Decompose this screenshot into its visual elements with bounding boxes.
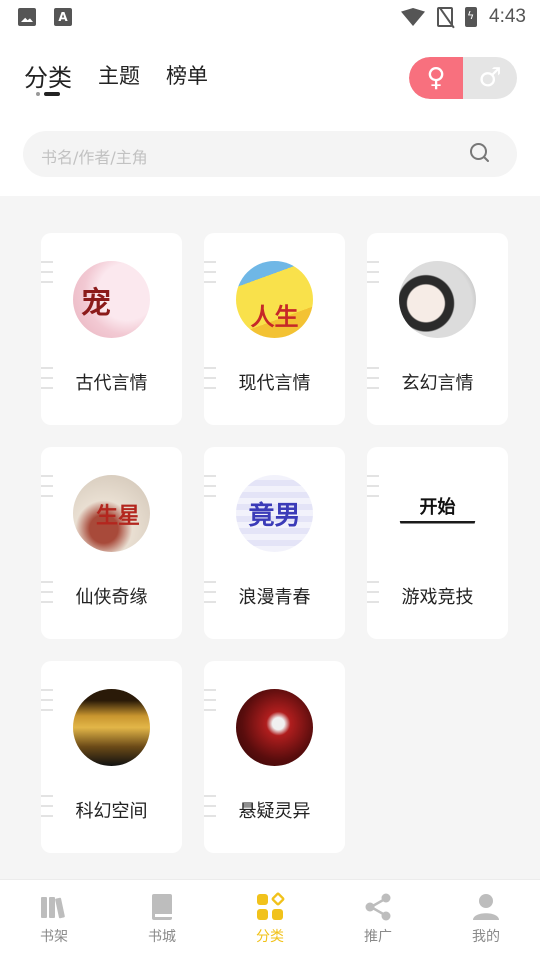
tab-label: 榜单: [166, 64, 208, 88]
cover-xianxia: 生星: [73, 475, 150, 552]
no-sim-icon: [437, 7, 454, 27]
nav-label: 书架: [40, 929, 68, 945]
nav-bookshelf[interactable]: 书架: [0, 880, 108, 960]
category-label: 仙侠奇缘: [75, 587, 148, 608]
cover-youth: 竟男: [236, 475, 313, 552]
category-label: 玄幻言情: [401, 373, 474, 394]
cover-ancient-romance: 宠: [73, 261, 150, 338]
gender-toggle[interactable]: ♀ ♂: [409, 57, 517, 99]
tab-ranking[interactable]: 榜单: [166, 60, 208, 93]
category-card-modern-romance[interactable]: 人生 现代言情: [204, 233, 345, 425]
nav-label: 我的: [472, 929, 500, 945]
nav-label: 推广: [364, 929, 392, 945]
nav-category[interactable]: 分类: [216, 880, 324, 960]
header: 分类 主题 榜单 ♀ ♂ 书名/作者/主角: [0, 36, 540, 196]
category-label: 悬疑灵异: [238, 801, 311, 822]
tab-label: 主题: [98, 64, 140, 88]
share-icon: [365, 893, 391, 921]
nav-profile[interactable]: 我的: [432, 880, 540, 960]
female-button[interactable]: ♀: [409, 57, 463, 99]
search-icon[interactable]: [469, 142, 491, 164]
app-notification-icon: A: [54, 8, 72, 26]
nav-bookstore[interactable]: 书城: [108, 880, 216, 960]
status-bar: A 4:43: [0, 0, 540, 36]
wifi-icon: [401, 8, 426, 26]
status-time: 4:43: [489, 6, 526, 27]
tab-label: 分类: [24, 64, 72, 92]
female-icon: ♀: [426, 63, 446, 93]
nav-label: 分类: [256, 929, 284, 945]
category-card-youth[interactable]: 竟男 浪漫青春: [204, 447, 345, 639]
search-bar[interactable]: 书名/作者/主角: [23, 131, 517, 177]
category-card-gaming[interactable]: 开始 游戏竞技: [367, 447, 508, 639]
category-grid: 宠 古代言情 人生 现代言情 玄幻言情 生星 仙侠奇缘 竟男 浪漫青春 开始 游…: [0, 196, 540, 879]
category-label: 浪漫青春: [238, 587, 311, 608]
category-card-fantasy-romance[interactable]: 玄幻言情: [367, 233, 508, 425]
category-card-ancient-romance[interactable]: 宠 古代言情: [41, 233, 182, 425]
bottom-nav: 书架 书城 分类 推广 我的: [0, 879, 540, 960]
category-label: 游戏竞技: [401, 587, 474, 608]
category-label: 现代言情: [238, 373, 311, 394]
nav-label: 书城: [148, 929, 176, 945]
tab-active-indicator: [36, 92, 60, 96]
male-icon: ♂: [478, 63, 502, 93]
cover-fantasy-romance: [399, 261, 476, 338]
cover-mystery: [236, 689, 313, 766]
category-card-mystery[interactable]: 悬疑灵异: [204, 661, 345, 853]
cover-modern-romance: 人生: [236, 261, 313, 338]
tab-theme[interactable]: 主题: [98, 60, 140, 93]
category-grid-icon: [257, 892, 285, 920]
category-label: 科幻空间: [75, 801, 148, 822]
category-card-xianxia[interactable]: 生星 仙侠奇缘: [41, 447, 182, 639]
top-tabs: 分类 主题 榜单: [24, 58, 208, 96]
profile-icon: [473, 894, 499, 920]
male-button[interactable]: ♂: [463, 57, 517, 99]
bookshelf-icon: [41, 897, 65, 919]
gallery-notification-icon: [18, 8, 36, 26]
category-card-scifi[interactable]: 科幻空间: [41, 661, 182, 853]
book-icon: [152, 894, 172, 920]
category-label: 古代言情: [75, 373, 148, 394]
battery-charging-icon: [465, 7, 478, 27]
nav-promotion[interactable]: 推广: [324, 880, 432, 960]
cover-scifi: [73, 689, 150, 766]
cover-gaming: 开始: [399, 475, 476, 552]
tab-category[interactable]: 分类: [24, 58, 72, 96]
search-placeholder: 书名/作者/主角: [41, 148, 148, 167]
